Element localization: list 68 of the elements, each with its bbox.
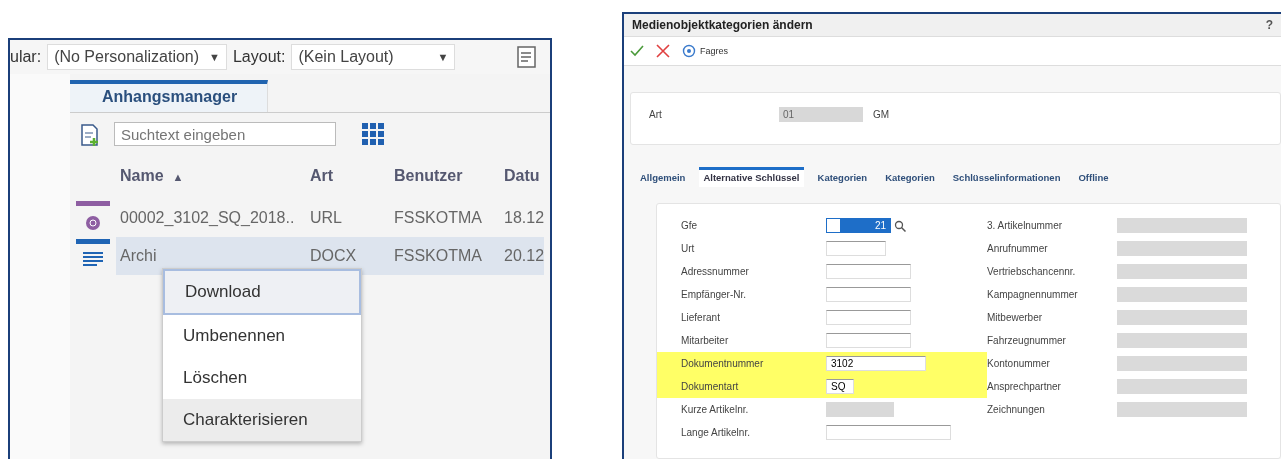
column-header[interactable]: Name ▲ [116,167,310,185]
table-cell-text: FSSKOTMA [394,208,483,228]
checkmark-icon[interactable] [630,44,644,58]
field-label: Art [649,109,663,120]
tab[interactable]: Allgemein [636,167,690,187]
field-label: Lieferant [681,312,721,323]
search-icon[interactable] [894,219,906,232]
table-cell-text: 00002_3102_SQ_2018.. [119,208,296,228]
menu-item[interactable]: Löschen [163,357,361,399]
field-description: GM [873,109,890,120]
field-label: Dokumentnummer [681,358,765,369]
field-label: Mitbewerber [987,312,1044,323]
menu-item[interactable]: Charakterisieren [163,399,361,441]
field-label: Gfe [681,220,699,231]
notepad-icon[interactable] [516,45,538,69]
field-label: Kampagnennummer [987,289,1079,300]
column-header[interactable]: Benutzer [394,167,504,185]
input-field[interactable] [826,287,911,302]
field-label: Kurze Artikelnr. [681,404,750,415]
input-field[interactable]: 3102 [826,356,926,371]
menu-item[interactable]: Download [163,269,361,315]
tab[interactable]: Kategorien [813,167,872,187]
table-cell: 20.12 [504,237,544,275]
field-label: Kontonummer [987,358,1051,369]
table-cell-text: URL [310,208,343,228]
input-field[interactable] [826,241,886,256]
tab[interactable]: Offline [1074,167,1113,187]
readonly-field [826,402,894,417]
menu-item[interactable]: Umbenennen [163,315,361,357]
field-label: Lange Artikelnr. [681,427,751,438]
toolbar-button[interactable]: Fagres [682,44,728,58]
field-label: Adressnummer [681,266,750,277]
tab[interactable]: Kategorien [881,167,939,187]
field-label: ular: [10,48,42,66]
help-button[interactable]: ? [1265,18,1273,32]
field-label: Mitarbeiter [681,335,730,346]
dialog-title: Medienobjektkategorien ändern [632,18,813,32]
search-field[interactable]: Suchtext eingeben [114,122,336,146]
input-field[interactable] [826,310,911,325]
add-document-icon[interactable] [80,121,100,147]
field-label: Urt [681,243,696,254]
table-cell: FSSKOTMA [394,237,504,275]
field-label: Empfänger-Nr. [681,289,748,300]
input-field[interactable]: SQ [826,379,854,394]
personalization-dropdown[interactable]: (No Personalization) ▼ [47,44,227,70]
field-label: Dokumentart [681,381,740,392]
field-label: Vertriebschancennr. [987,266,1077,277]
field-label: 3. Artikelnummer [987,220,1064,231]
tab[interactable]: Alternative Schlüssel [699,167,804,187]
table-cell-text: 18.12 [504,208,544,228]
field-label: Anrufnummer [987,243,1049,254]
input-field[interactable]: 21 [826,218,891,233]
tab[interactable]: Schlüsselinformationen [948,167,1065,187]
globe-icon [682,44,696,58]
input-field[interactable] [826,264,911,279]
column-header[interactable]: Datu [504,167,544,185]
field-label: Zeichnungen [987,404,1046,415]
input-field[interactable] [826,425,951,440]
layout-dropdown[interactable]: (Kein Layout) ▼ [291,44,456,70]
input-field[interactable] [826,333,911,348]
grid-icon[interactable] [362,123,384,145]
readonly-field: 01 [779,107,863,122]
field-label: Fahrzeugnummer [987,335,1067,346]
field-label: Ansprechpartner [987,381,1062,392]
layout-label: Layout: [232,48,286,66]
column-header[interactable]: Art [310,167,394,185]
attachments-tab[interactable]: Anhangsmanager [70,80,269,112]
close-icon[interactable] [656,44,670,58]
